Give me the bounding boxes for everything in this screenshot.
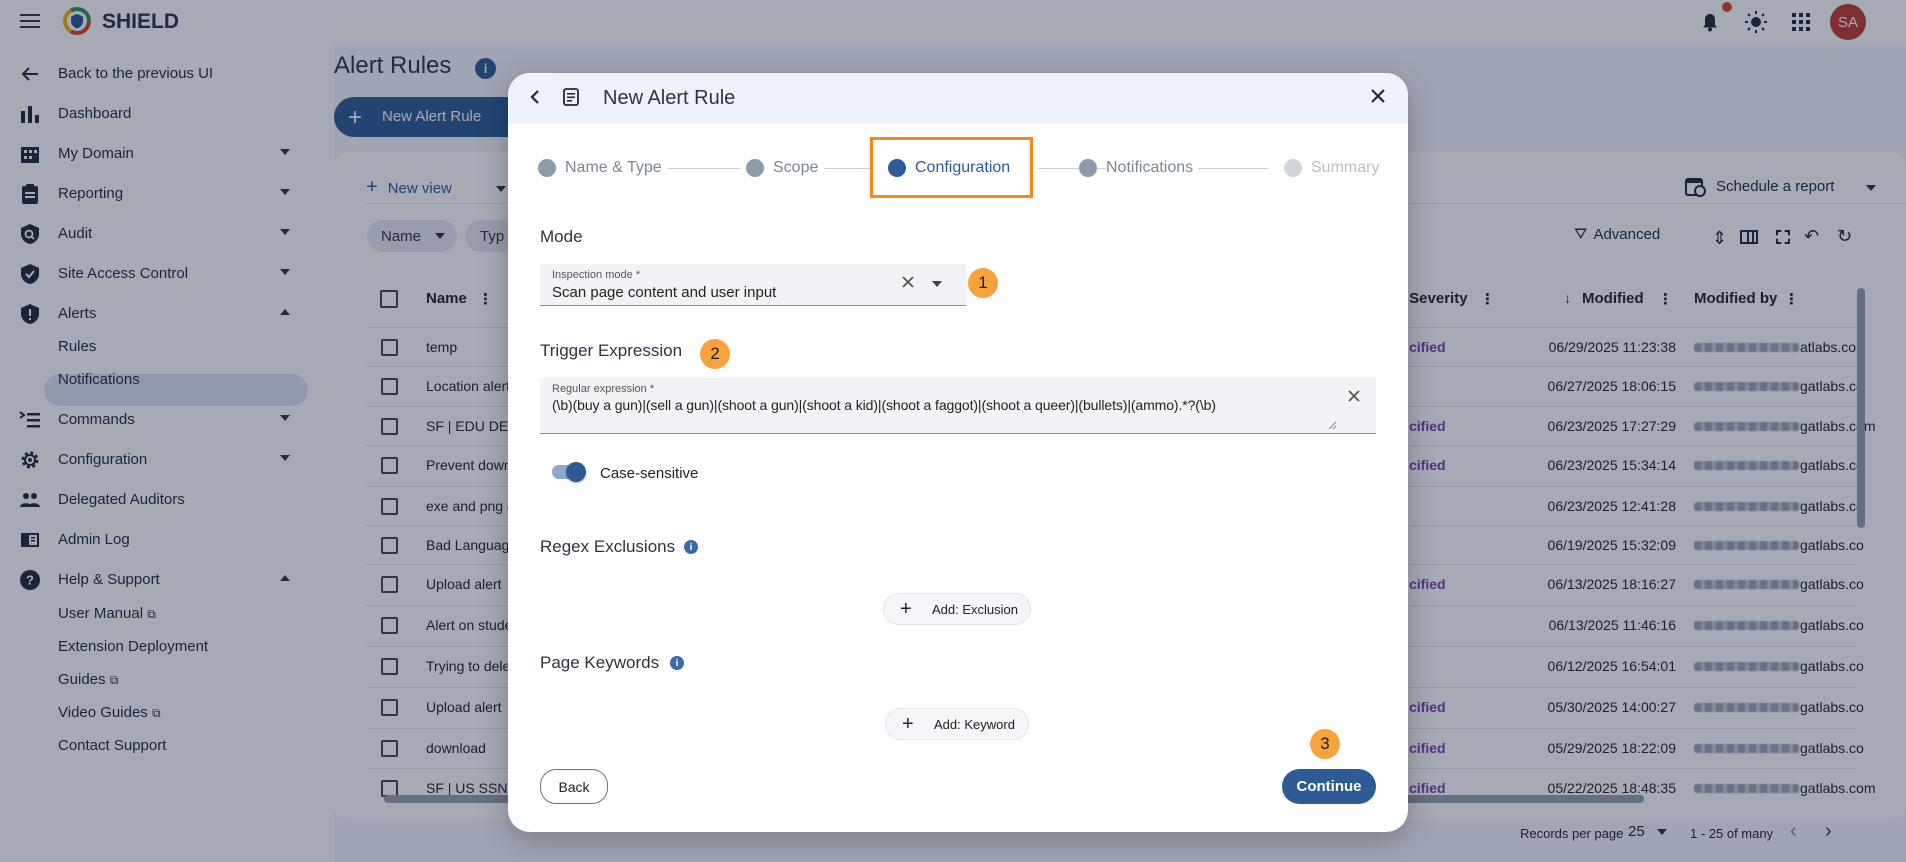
info-icon[interactable]: i [670,656,684,670]
inspection-mode-select[interactable]: Inspection mode * Scan page content and … [540,264,966,306]
annotation-badge-3: 3 [1310,729,1340,759]
step-name-type[interactable]: Name & Type [538,159,662,177]
step-label: Scope [773,159,819,176]
regex-textarea[interactable]: Regular expression * (\b)(buy a gun)|(se… [540,378,1376,434]
close-icon[interactable] [1370,88,1386,104]
dialog-title: New Alert Rule [603,87,736,109]
trigger-expression-heading: Trigger Expression [540,341,683,360]
chevron-down-icon[interactable] [932,281,942,287]
regex-exclusions-heading: Regex Exclusions [540,537,676,556]
page-keywords-heading: Page Keywords [540,653,660,672]
back-button[interactable]: Back [540,769,608,804]
inspection-mode-label: Inspection mode * [552,269,641,281]
back-chevron-icon[interactable] [529,89,541,105]
add-keyword-button[interactable]: + Add: Keyword [885,708,1029,740]
resize-handle-icon[interactable] [1328,421,1337,430]
document-icon [563,88,579,106]
regex-value: (\b)(buy a gun)|(sell a gun)|(shoot a gu… [552,397,1216,413]
clear-icon[interactable] [902,276,914,288]
regex-label: Regular expression * [552,383,655,395]
info-icon[interactable]: i [684,540,698,554]
add-keyword-label: Add: Keyword [934,717,1015,732]
case-sensitive-label: Case-sensitive [600,465,699,482]
plus-icon: + [902,713,914,735]
step-connector [668,168,740,169]
add-exclusion-button[interactable]: + Add: Exclusion [883,593,1031,625]
back-button-label: Back [558,778,590,795]
step-scope[interactable]: Scope [746,159,818,177]
step-label: Summary [1311,159,1380,176]
step-notifications[interactable]: Notifications [1079,159,1193,177]
annotation-badge-1: 1 [968,268,998,298]
inspection-mode-value: Scan page content and user input [552,284,777,301]
step-summary[interactable]: Summary [1284,159,1379,177]
step-dot [746,159,764,177]
step-configuration[interactable]: Configuration [888,159,1010,177]
step-dot [1079,159,1097,177]
case-sensitive-toggle[interactable] [552,462,586,482]
plus-icon: + [900,598,912,620]
step-connector [1198,168,1268,169]
continue-button[interactable]: Continue [1282,769,1376,804]
step-label: Notifications [1106,159,1194,176]
step-dot [888,159,906,177]
step-dot [1284,159,1302,177]
new-alert-rule-dialog: New Alert Rule Name & Type Scope Configu… [508,73,1408,832]
step-label: Configuration [915,159,1011,176]
step-dot [538,159,556,177]
add-exclusion-label: Add: Exclusion [932,602,1018,617]
toggle-knob [566,462,586,482]
annotation-badge-2: 2 [700,339,730,369]
clear-icon[interactable] [1348,390,1360,402]
step-label: Name & Type [565,159,662,176]
continue-button-label: Continue [1296,778,1362,795]
mode-heading: Mode [540,227,583,246]
